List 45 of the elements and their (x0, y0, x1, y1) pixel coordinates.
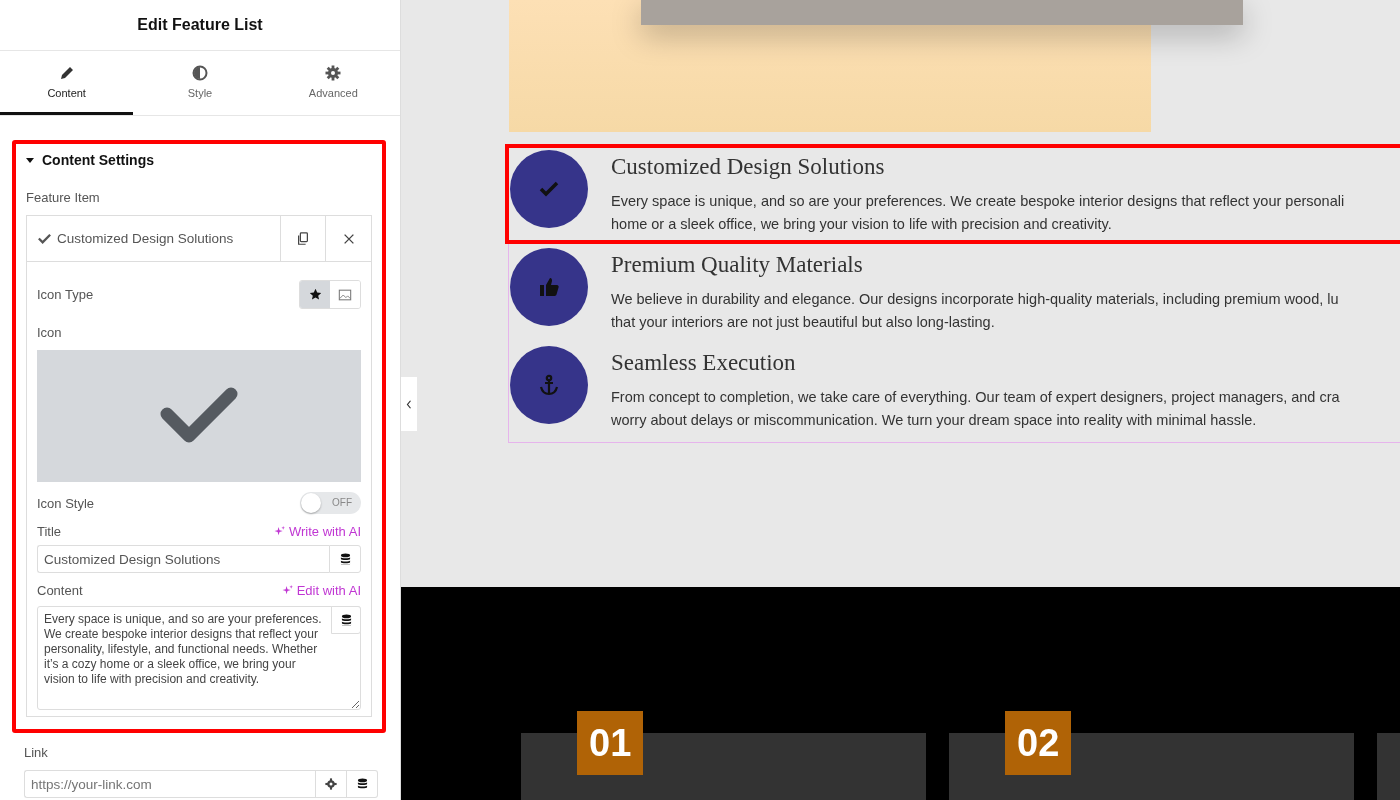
contrast-icon (192, 64, 208, 81)
content-textarea[interactable]: Every space is unique, and so are your preferences. We create bespoke interior designs that reflect your personality, lifestyle, and functional needs. Whether it’s a cozy home or a sleek office, we bring your vision to life with precision and creativity. (37, 606, 361, 710)
feature-description: From concept to completion, we take care of everything. Our team of expert designers, project managers, and cra worry about delays or miscommunication. We turn your dream space into reality with minimal hassle. (611, 388, 1340, 430)
icon-picker[interactable] (37, 350, 361, 482)
panel-tab[interactable]: Content (0, 51, 134, 115)
group-label: Feature Item (26, 190, 101, 205)
step-card (1377, 733, 1400, 800)
ai-link[interactable]: Edit with AI (282, 583, 361, 598)
field-label: Content (37, 583, 83, 598)
feature-description: Every space is unique, and so are your preferences. We create bespoke interior designs that reflect your personali home or a sleek office, we bring your vision to life with precision and creativity. (611, 192, 1345, 234)
chevron-left-icon (406, 400, 412, 409)
sparkle-icon (282, 585, 294, 596)
feature-title: Seamless Execution (611, 350, 797, 376)
link-input[interactable]: https://your-link.com (24, 770, 315, 798)
star-option[interactable] (300, 281, 330, 308)
image-icon (338, 287, 352, 302)
panel-title: Edit Feature List (0, 0, 400, 51)
database-icon[interactable] (329, 545, 361, 573)
sparkle-icon (274, 526, 286, 537)
panel-tab[interactable]: Style (133, 51, 267, 115)
database-icon[interactable] (331, 606, 361, 634)
copy-icon (296, 231, 310, 246)
star-icon (308, 288, 322, 301)
ai-link[interactable]: Write with AI (274, 524, 361, 539)
settings-icon (325, 64, 342, 81)
anchor-icon (537, 373, 561, 397)
panel-tab[interactable]: Advanced (266, 51, 400, 115)
title-input[interactable]: Customized Design Solutions (37, 545, 329, 573)
feature-title: Customized Design Solutions (611, 154, 886, 180)
field-label: Icon Type (37, 287, 94, 302)
settings-icon[interactable] (315, 770, 347, 798)
step-number: 02 (1005, 711, 1072, 775)
section-header[interactable]: Content Settings (26, 152, 154, 168)
check-icon (37, 231, 52, 246)
feature-title: Premium Quality Materials (611, 252, 864, 278)
field-label: Icon Style (37, 495, 95, 511)
field-label: Icon (37, 325, 63, 340)
field-label: Link (24, 745, 49, 760)
feature-description: We believe in durability and elegance. Our designs incorporate high-quality materials, including premium wood, lu that your interiors are not just beautiful but also long-lasting. (611, 290, 1339, 332)
thumbs-up-icon (537, 275, 561, 299)
pencil-icon (58, 64, 75, 81)
step-number: 01 (577, 711, 644, 775)
item-header[interactable]: Customized Design Solutions (27, 216, 281, 261)
database-icon[interactable] (347, 770, 378, 798)
field-label: Title (37, 524, 62, 539)
